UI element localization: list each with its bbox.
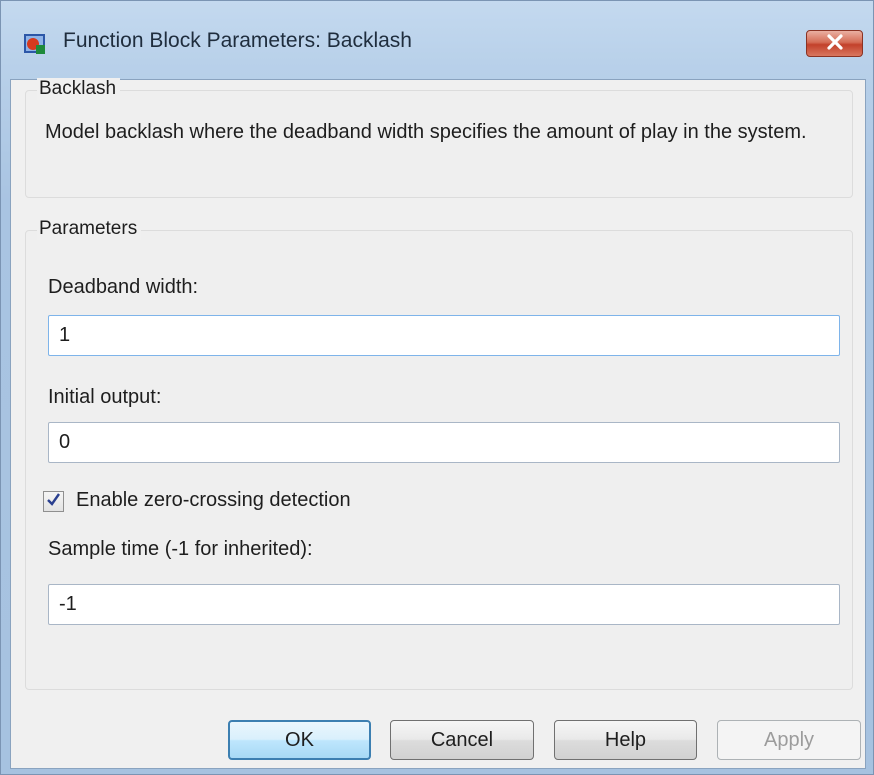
sample-time-input[interactable] bbox=[48, 584, 840, 625]
parameters-group-label: Parameters bbox=[37, 218, 142, 240]
simulink-block-icon bbox=[23, 32, 47, 56]
cancel-button[interactable]: Cancel bbox=[390, 720, 534, 760]
zero-crossing-checkbox[interactable] bbox=[43, 491, 64, 512]
help-button[interactable]: Help bbox=[554, 720, 697, 760]
window-title: Function Block Parameters: Backlash bbox=[63, 29, 412, 52]
initial-output-label: Initial output: bbox=[48, 386, 162, 408]
initial-output-input[interactable] bbox=[48, 422, 840, 463]
sample-time-label: Sample time (-1 for inherited): bbox=[48, 538, 313, 560]
deadband-width-input[interactable] bbox=[48, 315, 840, 356]
apply-button[interactable]: Apply bbox=[717, 720, 861, 760]
checkmark-icon bbox=[46, 492, 61, 511]
close-button[interactable] bbox=[806, 30, 863, 57]
description-group-label: Backlash bbox=[37, 78, 121, 100]
zero-crossing-label[interactable]: Enable zero-crossing detection bbox=[76, 489, 351, 512]
deadband-width-label: Deadband width: bbox=[48, 276, 199, 298]
close-icon bbox=[826, 33, 844, 54]
ok-button[interactable]: OK bbox=[228, 720, 371, 760]
block-description: Model backlash where the deadband width … bbox=[45, 121, 807, 143]
title-bar[interactable]: Function Block Parameters: Backlash bbox=[1, 1, 873, 79]
description-group: Model backlash where the deadband width … bbox=[25, 90, 853, 198]
dialog-window: Function Block Parameters: Backlash Mode… bbox=[0, 0, 874, 775]
dialog-body: Model backlash where the deadband width … bbox=[10, 78, 866, 769]
